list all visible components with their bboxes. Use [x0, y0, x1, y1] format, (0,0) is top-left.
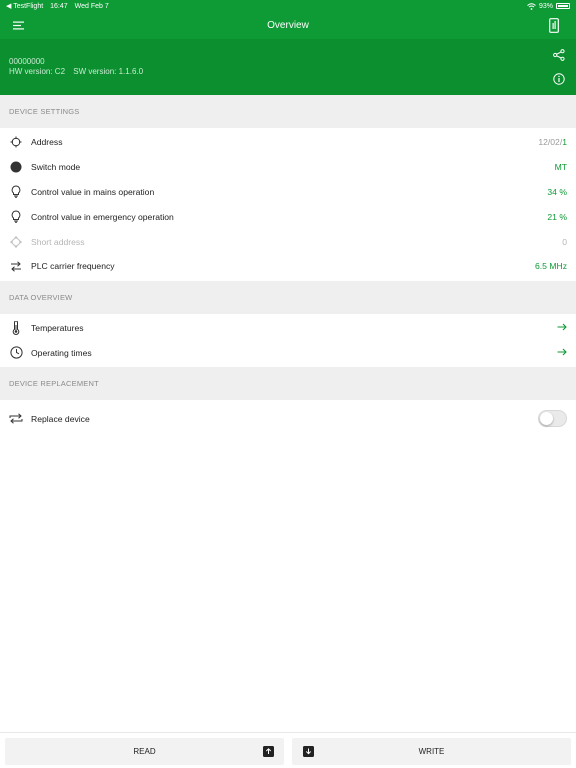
read-button[interactable]: READ	[5, 738, 284, 765]
address-prefix: 12/02/	[538, 137, 563, 148]
device-replacement-list: Replace device	[0, 400, 576, 437]
setting-value: MT	[554, 162, 567, 173]
device-settings-list: Address 12/02/1 Switch mode MT Control v…	[0, 128, 576, 281]
device-versions: HW version: C2 SW version: 1.1.6.0	[9, 67, 567, 77]
replace-device-label: Replace device	[31, 413, 90, 424]
share-button[interactable]	[552, 48, 566, 62]
setting-short-address: Short address 0	[0, 229, 576, 254]
overview-temperatures[interactable]: Temperatures	[0, 316, 576, 341]
setting-address[interactable]: Address 12/02/1	[0, 130, 576, 155]
crosshair-icon	[9, 135, 23, 149]
overview-label: Temperatures	[31, 323, 84, 334]
device-button[interactable]	[540, 12, 568, 39]
setting-mains-control[interactable]: Control value in mains operation 34 %	[0, 180, 576, 205]
app-root: ◀ TestFlight 16:47 Wed Feb 7 93% Overvie…	[0, 0, 576, 768]
read-button-label: READ	[133, 747, 156, 756]
status-left: ◀ TestFlight 16:47 Wed Feb 7	[6, 2, 114, 10]
replace-device-row: Replace device	[0, 402, 576, 435]
write-button-label: WRITE	[418, 747, 445, 756]
arrow-right-icon	[557, 323, 567, 333]
address-suffix: 1	[562, 137, 567, 148]
thermometer-icon	[9, 321, 23, 336]
toggle-knob	[540, 412, 553, 426]
write-button[interactable]: WRITE	[292, 738, 571, 765]
hamburger-icon	[12, 21, 24, 30]
setting-switch-mode[interactable]: Switch mode MT	[0, 155, 576, 180]
section-device-settings: DEVICE SETTINGS	[0, 95, 576, 128]
hw-version: HW version: C2	[9, 67, 66, 76]
download-icon	[302, 746, 314, 758]
bottom-action-bar: READ WRITE	[0, 732, 576, 768]
menu-button[interactable]	[4, 12, 32, 39]
page-title: Overview	[267, 20, 309, 31]
setting-value: 12/02/1	[538, 137, 567, 147]
lightbulb-icon	[9, 210, 23, 224]
setting-emergency-control[interactable]: Control value in emergency operation 21 …	[0, 204, 576, 229]
section-data-overview: DATA OVERVIEW	[0, 280, 576, 314]
replace-device-toggle[interactable]	[538, 410, 567, 428]
setting-label: Address	[31, 137, 63, 148]
setting-label: Control value in mains operation	[31, 186, 155, 197]
device-header: 00000000 HW version: C2 SW version: 1.1.…	[0, 39, 576, 95]
data-overview-list: Temperatures Operating times	[0, 314, 576, 368]
arrow-right-icon	[557, 348, 567, 358]
device-phone-icon	[549, 18, 559, 33]
setting-label: Short address	[31, 236, 85, 247]
info-button[interactable]	[552, 72, 566, 86]
setting-label: PLC carrier frequency	[31, 261, 115, 272]
battery-percent: 93%	[538, 2, 553, 10]
setting-value: 21 %	[547, 211, 567, 222]
filled-circle-icon	[9, 160, 23, 174]
swap-arrows-icon	[9, 259, 23, 273]
setting-value: 6.5 MHz	[535, 261, 567, 272]
lightbulb-icon	[9, 185, 23, 199]
status-right: 93%	[527, 3, 570, 10]
status-bar: ◀ TestFlight 16:47 Wed Feb 7 93%	[0, 0, 576, 12]
share-icon	[553, 49, 565, 61]
section-device-replacement: DEVICE REPLACEMENT	[0, 367, 576, 401]
device-serial: 00000000	[9, 57, 45, 66]
setting-plc-frequency[interactable]: PLC carrier frequency 6.5 MHz	[0, 254, 576, 279]
setting-label: Control value in emergency operation	[31, 211, 174, 222]
clock-icon	[9, 346, 23, 360]
back-to-app-link[interactable]: ◀ TestFlight	[6, 3, 43, 10]
setting-value: 0	[562, 236, 567, 247]
status-time: 16:47	[50, 3, 68, 10]
setting-label: Switch mode	[31, 162, 81, 173]
battery-icon	[556, 3, 570, 9]
nav-bar: Overview	[0, 12, 576, 39]
replace-arrows-icon	[9, 412, 23, 426]
overview-label: Operating times	[31, 347, 92, 358]
upload-icon	[262, 746, 274, 758]
setting-value: 34 %	[547, 186, 567, 197]
crosshair-icon	[9, 235, 23, 249]
status-date: Wed Feb 7	[74, 3, 109, 10]
info-icon	[553, 73, 565, 85]
overview-operating-times[interactable]: Operating times	[0, 341, 576, 366]
sw-version: SW version: 1.1.6.0	[73, 67, 144, 76]
wifi-icon	[527, 2, 536, 10]
